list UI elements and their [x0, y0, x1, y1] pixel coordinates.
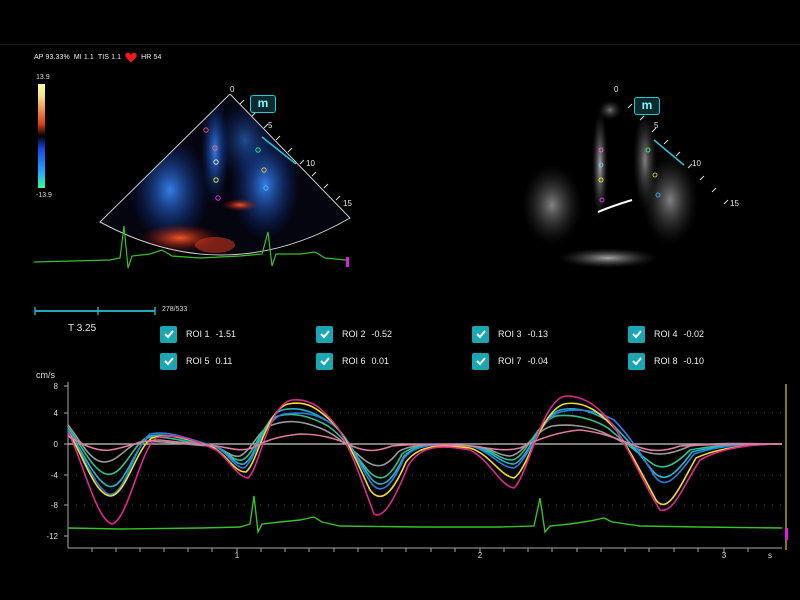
- roi-label: ROI 1: [186, 329, 210, 339]
- checkbox-checked-icon[interactable]: [160, 325, 177, 343]
- depth-tick-0-right: 0: [614, 85, 619, 94]
- roi-label: ROI 7: [498, 356, 522, 366]
- bmode-image: [522, 100, 698, 268]
- ap-readout: AP 93.33%: [34, 54, 70, 61]
- trace-pink: [67, 429, 783, 452]
- roi-4-toggle[interactable]: ROI 4 -0.02: [628, 324, 704, 344]
- depth-tick-10: 10: [306, 159, 315, 168]
- time-label: T 3.25: [68, 323, 97, 334]
- top-bar: [0, 0, 800, 45]
- velocity-curve-plot[interactable]: 8 4 0 -4 -8 -12 1 2 3 s: [0, 376, 800, 566]
- roi-label: ROI 5: [186, 356, 210, 366]
- checkbox-checked-icon[interactable]: [628, 325, 645, 343]
- roi-2-toggle[interactable]: ROI 2 -0.52: [316, 324, 392, 344]
- roi-label: ROI 4: [654, 329, 678, 339]
- y-tick-label: -4: [51, 471, 59, 480]
- roi-value: -0.13: [527, 329, 549, 339]
- bmode-sector-view[interactable]: 0 5 10 15: [500, 78, 760, 278]
- roi-5-toggle[interactable]: ROI 5 0.11: [160, 351, 232, 371]
- m-mode-badge-left[interactable]: m: [250, 95, 276, 113]
- mi-readout: MI 1.1: [73, 54, 94, 61]
- x-unit-label: s: [768, 551, 772, 560]
- roi-value: -0.10: [683, 356, 705, 366]
- roi-label: ROI 2: [342, 329, 366, 339]
- hr-readout: HR 54: [141, 54, 162, 61]
- depth-tick-15-right: 15: [730, 199, 739, 208]
- roi-value: -0.52: [371, 329, 393, 339]
- checkbox-checked-icon[interactable]: [472, 352, 489, 370]
- checkbox-checked-icon[interactable]: [160, 352, 177, 370]
- tis-readout: TIS 1.1: [97, 54, 122, 61]
- roi-3-toggle[interactable]: ROI 3 -0.13: [472, 324, 548, 344]
- y-tick-label: -12: [46, 532, 58, 541]
- checkbox-checked-icon[interactable]: [472, 325, 489, 343]
- playhead-marker[interactable]: [785, 528, 788, 540]
- y-tick-label: 8: [54, 382, 59, 391]
- roi-label: ROI 6: [342, 356, 366, 366]
- x-tick-label: 3: [722, 551, 727, 560]
- y-tick-label: 0: [54, 440, 59, 449]
- checkbox-checked-icon[interactable]: [316, 352, 333, 370]
- roi-label: ROI 3: [498, 329, 522, 339]
- trace-magenta: [67, 395, 783, 525]
- roi-value: -0.02: [683, 329, 705, 339]
- x-tick-label: 1: [235, 551, 240, 560]
- roi-value: -1.51: [215, 329, 237, 339]
- y-tick-label: 4: [54, 409, 59, 418]
- depth-tick-15: 15: [343, 199, 352, 208]
- roi-6-toggle[interactable]: ROI 6 0.01: [316, 351, 389, 371]
- trace-yellow: [67, 402, 783, 506]
- gridlines: [68, 412, 782, 506]
- m-mode-badge-right[interactable]: m: [634, 97, 660, 115]
- roi-8-toggle[interactable]: ROI 8 -0.10: [628, 351, 704, 371]
- x-tick-label: 2: [478, 551, 483, 560]
- color-tdi-sector-view[interactable]: 0 5 10 15: [30, 78, 360, 278]
- depth-tick-0: 0: [230, 85, 235, 94]
- checkbox-checked-icon[interactable]: [316, 325, 333, 343]
- depth-tick-5: 5: [268, 121, 273, 130]
- playback-slider[interactable]: [34, 304, 156, 318]
- depth-tick-5-right: 5: [654, 121, 659, 130]
- color-doppler-image: [100, 94, 350, 256]
- roi-1-toggle[interactable]: ROI 1 -1.51: [160, 324, 236, 344]
- frame-counter: 278/533: [162, 306, 188, 313]
- x-ticks: [91, 548, 749, 553]
- acquisition-status: AP 93.33% MI 1.1 TIS 1.1 HR 54: [34, 52, 161, 63]
- roi-value: 0.11: [215, 356, 233, 366]
- roi-label: ROI 8: [654, 356, 678, 366]
- roi-velocity-traces: [67, 395, 783, 525]
- roi-value: -0.04: [527, 356, 549, 366]
- y-tick-label: -8: [51, 501, 59, 510]
- y-ticks: [64, 385, 68, 537]
- checkbox-checked-icon[interactable]: [628, 352, 645, 370]
- heart-icon: [125, 52, 137, 63]
- ecg-cursor-left: [346, 257, 349, 267]
- roi-value: 0.01: [371, 356, 390, 366]
- depth-tick-10-right: 10: [692, 159, 701, 168]
- roi-7-toggle[interactable]: ROI 7 -0.04: [472, 351, 548, 371]
